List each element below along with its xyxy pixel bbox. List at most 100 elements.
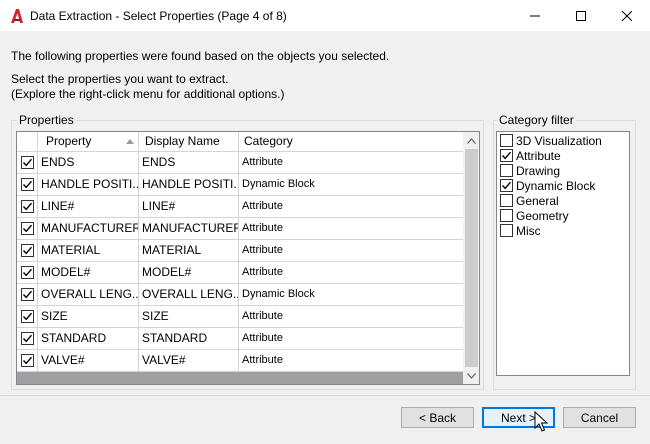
cell-display-name[interactable]: ENDS: [139, 152, 239, 173]
row-checkbox[interactable]: [21, 288, 34, 301]
category-filter-item[interactable]: General: [500, 193, 559, 208]
cell-display-name[interactable]: LINE#: [139, 196, 239, 217]
header-property[interactable]: Property: [38, 132, 139, 152]
cell-property: HANDLE POSITI...: [38, 174, 139, 195]
category-checkbox[interactable]: [500, 179, 513, 192]
row-checkbox[interactable]: [21, 156, 34, 169]
minimize-button[interactable]: [512, 0, 558, 31]
title-bar: Data Extraction - Select Properties (Pag…: [0, 0, 650, 31]
properties-grid[interactable]: Property Display Name Category ENDS ENDS A…: [16, 131, 480, 385]
row-checkbox-cell: [17, 240, 38, 261]
footer-separator: [0, 395, 650, 396]
scrollbar-thumb[interactable]: [465, 149, 478, 367]
header-category-label: Category: [244, 134, 293, 148]
category-label: Geometry: [516, 208, 569, 223]
cell-property: VALVE#: [38, 350, 139, 371]
cell-display-name[interactable]: MANUFACTURER: [139, 218, 239, 239]
cell-category: Attribute: [242, 332, 283, 344]
table-row[interactable]: SIZE SIZE Attribute: [17, 306, 463, 328]
category-filter-item[interactable]: Attribute: [500, 148, 561, 163]
cell-display-name[interactable]: OVERALL LENG...: [139, 284, 239, 305]
cell-display-name[interactable]: VALVE#: [139, 350, 239, 371]
category-filter-item[interactable]: Geometry: [500, 208, 569, 223]
table-row[interactable]: LINE# LINE# Attribute: [17, 196, 463, 218]
cell-category: Dynamic Block: [242, 178, 315, 190]
scroll-up-button[interactable]: [463, 132, 479, 149]
header-check-column[interactable]: [17, 132, 38, 152]
close-icon: [622, 10, 632, 21]
cell-category: Attribute: [242, 310, 283, 322]
table-row[interactable]: VALVE# VALVE# Attribute: [17, 350, 463, 372]
row-checkbox-cell: [17, 284, 38, 305]
table-row[interactable]: MANUFACTURER MANUFACTURER Attribute: [17, 218, 463, 240]
cell-display-name[interactable]: MATERIAL: [139, 240, 239, 261]
row-checkbox-cell: [17, 306, 38, 327]
category-checkbox[interactable]: [500, 224, 513, 237]
header-display-name-label: Display Name: [145, 134, 220, 148]
properties-group-label: Properties: [17, 113, 76, 127]
cell-display-name[interactable]: MODEL#: [139, 262, 239, 283]
cell-property: MATERIAL: [38, 240, 139, 261]
close-button[interactable]: [604, 0, 650, 31]
maximize-button[interactable]: [558, 0, 604, 31]
header-display-name[interactable]: Display Name: [139, 132, 239, 152]
cell-property: MANUFACTURER: [38, 218, 139, 239]
cell-category: Attribute: [242, 156, 283, 168]
category-filter-item[interactable]: 3D Visualization: [500, 133, 602, 148]
cell-property: STANDARD: [38, 328, 139, 349]
vertical-scrollbar[interactable]: [463, 132, 479, 384]
row-checkbox[interactable]: [21, 266, 34, 279]
category-label: 3D Visualization: [516, 133, 602, 148]
cell-display-name[interactable]: STANDARD: [139, 328, 239, 349]
category-label: Misc: [516, 223, 541, 238]
table-row[interactable]: OVERALL LENG... OVERALL LENG... Dynamic Bl…: [17, 284, 463, 306]
row-checkbox-cell: [17, 262, 38, 283]
category-filter-label: Category filter: [497, 113, 576, 127]
scroll-down-button[interactable]: [463, 367, 479, 384]
table-row[interactable]: HANDLE POSITI... HANDLE POSITI... Dynamic …: [17, 174, 463, 196]
category-filter-item[interactable]: Dynamic Block: [500, 178, 595, 193]
category-filter-item[interactable]: Drawing: [500, 163, 560, 178]
window-title: Data Extraction - Select Properties (Pag…: [30, 9, 287, 23]
back-button[interactable]: < Back: [401, 407, 474, 428]
table-row[interactable]: MODEL# MODEL# Attribute: [17, 262, 463, 284]
row-checkbox[interactable]: [21, 222, 34, 235]
table-row[interactable]: ENDS ENDS Attribute: [17, 152, 463, 174]
cell-property: ENDS: [38, 152, 139, 173]
grid-empty-area: [17, 372, 463, 384]
category-checkbox[interactable]: [500, 149, 513, 162]
intro-text-found: The following properties were found base…: [11, 49, 390, 63]
category-label: Dynamic Block: [516, 178, 596, 193]
cell-display-name[interactable]: SIZE: [139, 306, 239, 327]
cell-category: Attribute: [242, 222, 283, 234]
cell-category: Attribute: [242, 244, 283, 256]
cancel-button[interactable]: Cancel: [563, 407, 636, 428]
grid-rows: ENDS ENDS Attribute HANDLE POSITI... HANDLE …: [17, 152, 463, 372]
row-checkbox[interactable]: [21, 200, 34, 213]
category-checkbox[interactable]: [500, 164, 513, 177]
header-category[interactable]: Category: [239, 132, 463, 152]
grid-header: Property Display Name Category: [17, 132, 463, 152]
category-checkbox[interactable]: [500, 134, 513, 147]
row-checkbox[interactable]: [21, 244, 34, 257]
cell-category: Dynamic Block: [242, 288, 315, 300]
row-checkbox[interactable]: [21, 178, 34, 191]
table-row[interactable]: STANDARD STANDARD Attribute: [17, 328, 463, 350]
cell-display-name[interactable]: HANDLE POSITI...: [139, 174, 239, 195]
chevron-up-icon: [467, 137, 476, 144]
row-checkbox[interactable]: [21, 310, 34, 323]
sort-ascending-icon: [126, 139, 134, 144]
category-checkbox[interactable]: [500, 194, 513, 207]
category-filter-item[interactable]: Misc: [500, 223, 541, 238]
cell-property: MODEL#: [38, 262, 139, 283]
table-row[interactable]: MATERIAL MATERIAL Attribute: [17, 240, 463, 262]
row-checkbox[interactable]: [21, 332, 34, 345]
category-label: General: [516, 193, 559, 208]
row-checkbox[interactable]: [21, 354, 34, 367]
row-checkbox-cell: [17, 218, 38, 239]
row-checkbox-cell: [17, 328, 38, 349]
category-filter-list: 3D Visualization Attribute Drawing Dynamic …: [496, 131, 630, 376]
category-checkbox[interactable]: [500, 209, 513, 222]
cell-category: Attribute: [242, 200, 283, 212]
row-checkbox-cell: [17, 152, 38, 173]
